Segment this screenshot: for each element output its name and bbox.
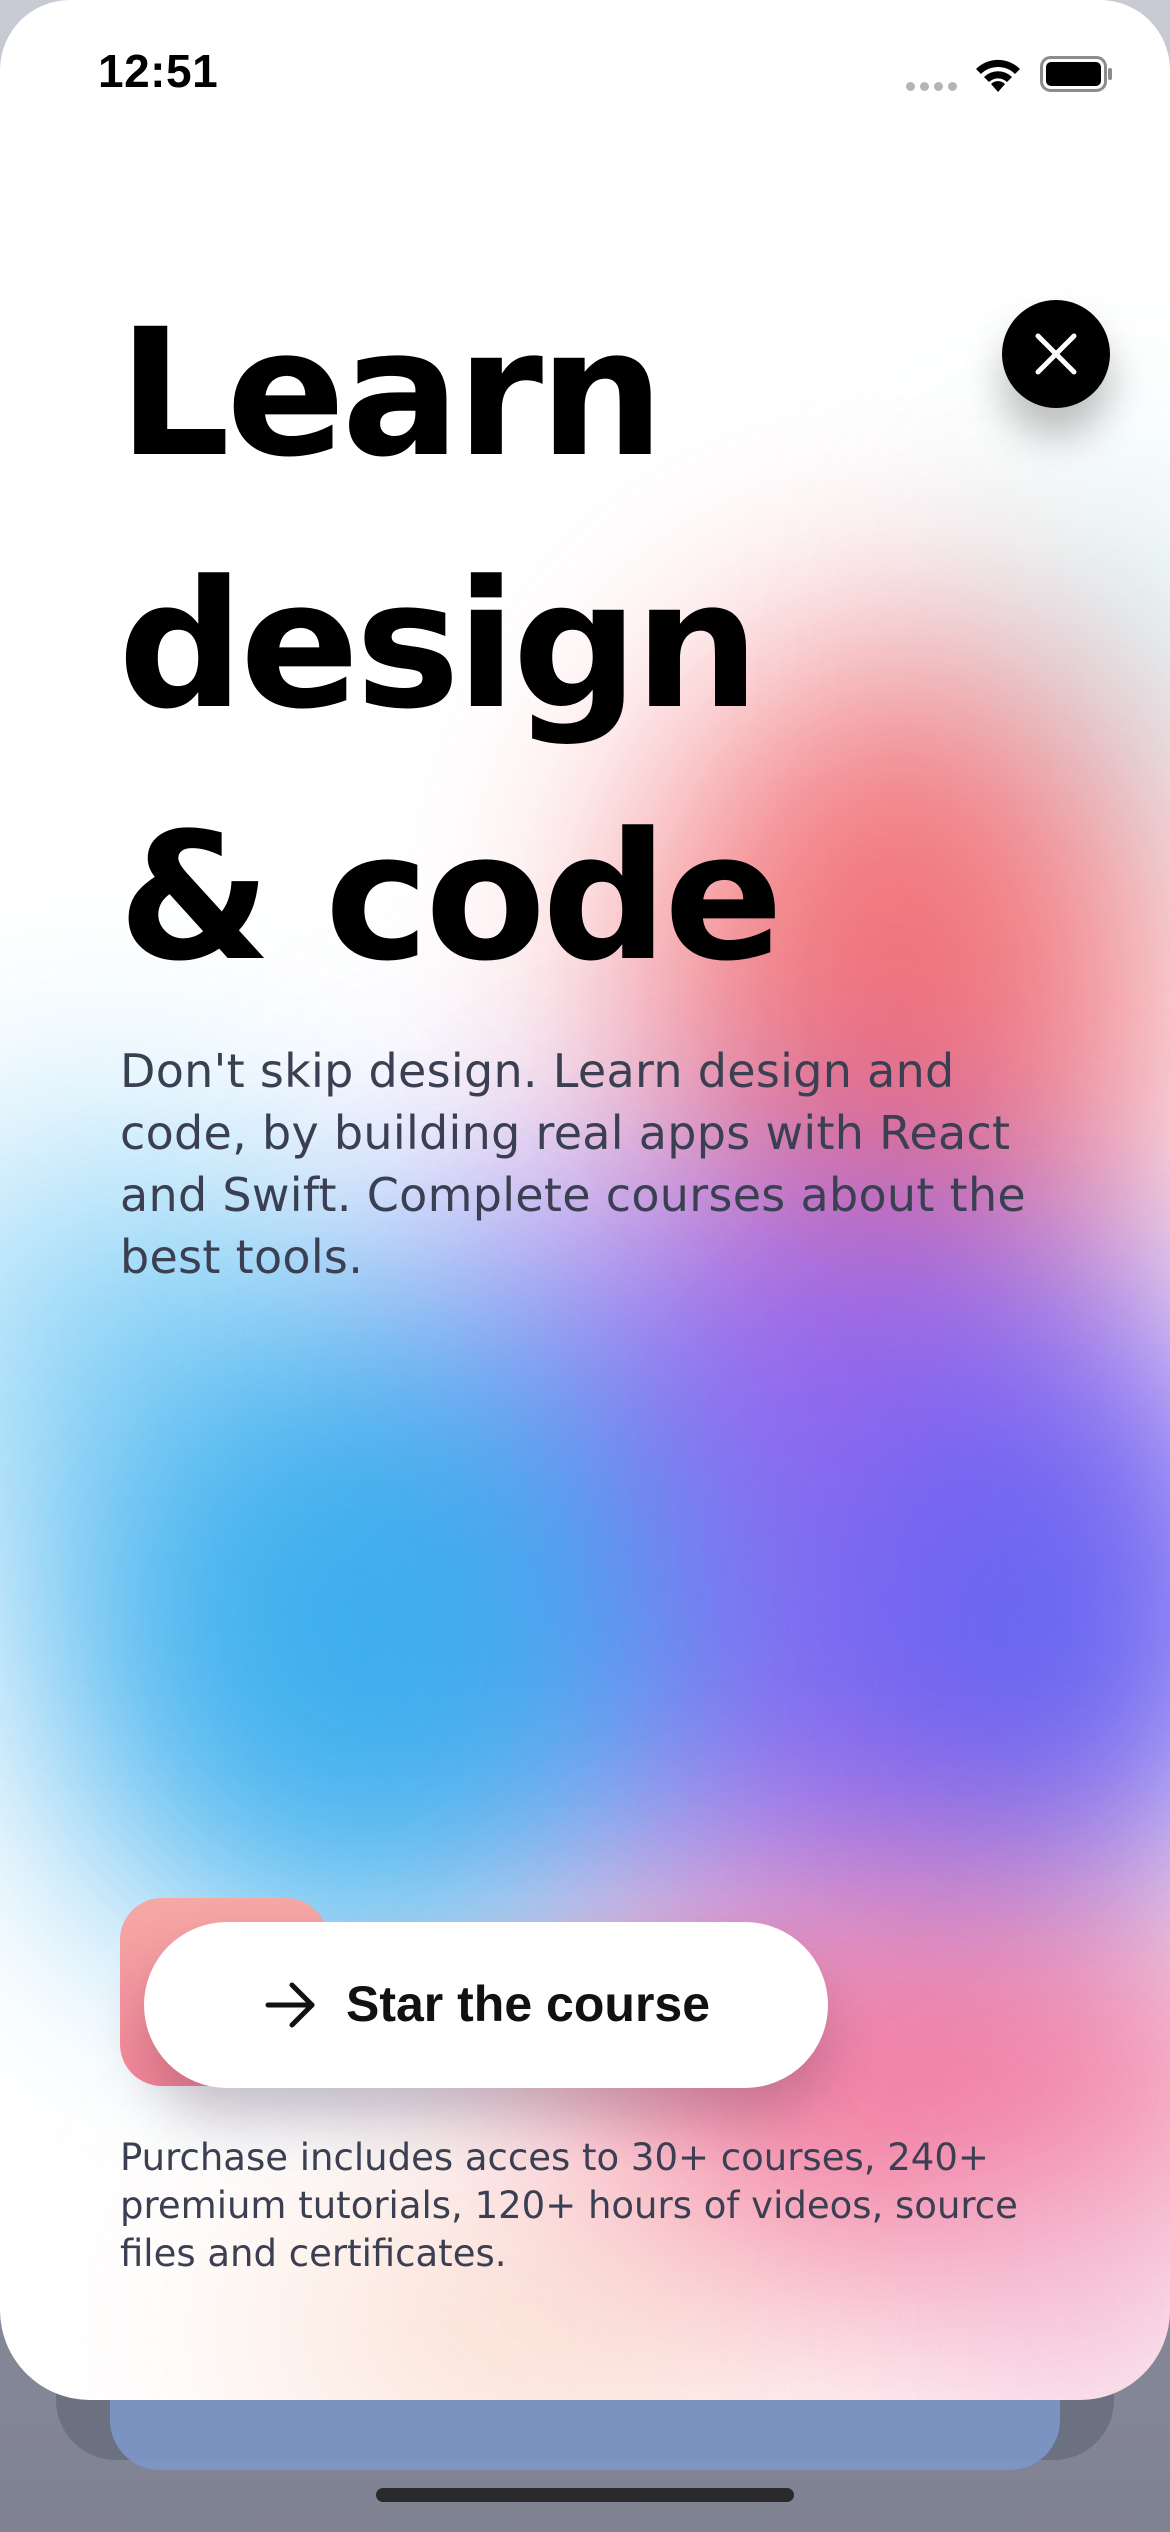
arrow-right-icon bbox=[265, 1982, 315, 2028]
battery-icon bbox=[1040, 56, 1112, 92]
start-course-label: Star the course bbox=[346, 1976, 711, 2032]
course-description: Don't skip design. Learn design and code… bbox=[120, 1044, 1027, 1284]
headline-line: design bbox=[118, 543, 760, 748]
page-title: Learn design & code bbox=[118, 268, 978, 1024]
home-indicator[interactable] bbox=[376, 2488, 794, 2502]
course-modal-sheet: 12:51 Learn design & code Don't skip des… bbox=[0, 0, 1170, 2400]
headline-line: Learn bbox=[118, 291, 664, 496]
close-button[interactable] bbox=[1002, 300, 1110, 408]
status-bar: 12:51 bbox=[0, 0, 1170, 150]
purchase-info: Purchase includes acces to 30+ courses, … bbox=[120, 2136, 1018, 2275]
cellular-signal-icon bbox=[906, 82, 958, 92]
close-icon bbox=[1035, 333, 1077, 375]
gradient-blob bbox=[40, 1300, 680, 1960]
background-card-secondary bbox=[110, 2390, 1060, 2470]
start-course-button[interactable]: Star the course bbox=[144, 1922, 828, 2088]
wifi-icon bbox=[976, 59, 1020, 92]
headline-line: & code bbox=[118, 795, 783, 1000]
status-time: 12:51 bbox=[98, 45, 219, 97]
